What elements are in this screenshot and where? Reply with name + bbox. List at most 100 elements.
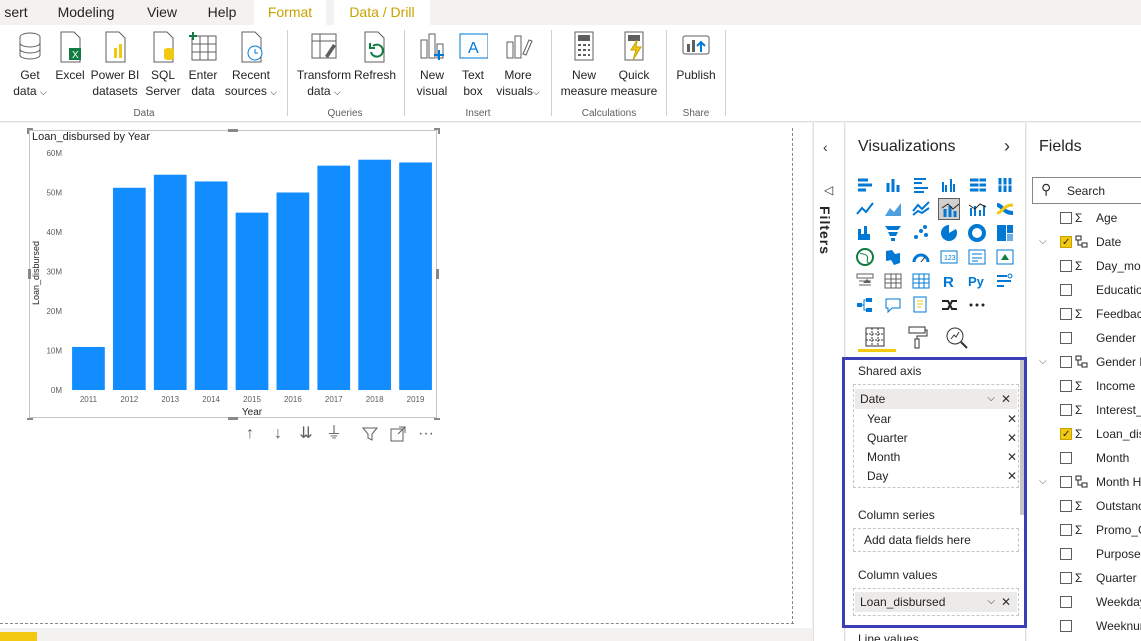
new-measure-button[interactable]: New measure <box>560 30 608 99</box>
filter-icon[interactable] <box>360 424 380 444</box>
text-box-button[interactable]: A Text box <box>455 30 491 99</box>
field-checkbox[interactable] <box>1060 548 1072 560</box>
remove-level-icon[interactable]: ✕ <box>1007 410 1017 428</box>
field-item[interactable]: Σ Day_mon <box>1027 254 1141 278</box>
field-checkbox[interactable] <box>1060 452 1072 464</box>
ribbon-chart-icon[interactable] <box>994 198 1016 220</box>
field-checkbox[interactable] <box>1060 524 1072 536</box>
field-checkbox[interactable] <box>1060 620 1072 632</box>
chevron-down-icon[interactable]: ⌵ <box>987 389 995 409</box>
field-item[interactable]: Σ Loan_dis <box>1027 422 1141 446</box>
new-visual-button[interactable]: New visual <box>414 30 450 99</box>
drill-up-icon[interactable]: ↑ <box>240 424 260 444</box>
recent-sources-button[interactable]: Recent sources ⌵ <box>224 30 278 100</box>
chevron-down-icon[interactable]: ⌵ <box>1039 350 1047 374</box>
line-and-column-chart-icon[interactable] <box>938 198 960 220</box>
expand-hierarchy-icon[interactable]: ⏚ <box>324 424 344 444</box>
line-chart-icon[interactable] <box>854 198 876 220</box>
remove-field-icon[interactable]: ✕ <box>1001 389 1011 409</box>
bar-2016[interactable] <box>276 192 310 391</box>
paginated-report-icon[interactable] <box>910 294 932 316</box>
resize-handle[interactable] <box>228 417 238 420</box>
python-visual-icon[interactable]: Py <box>966 270 988 292</box>
sql-server-button[interactable]: SQL Server <box>145 30 181 99</box>
field-checkbox[interactable] <box>1060 423 1072 446</box>
field-checkbox[interactable] <box>1060 284 1072 296</box>
bar-2019[interactable] <box>399 162 432 390</box>
chevron-right-icon[interactable]: › <box>1004 136 1010 157</box>
field-item[interactable]: Σ Promo_C <box>1027 518 1141 542</box>
map-icon[interactable] <box>854 246 876 268</box>
hierarchy-level-year[interactable]: Year ✕ <box>867 410 1017 428</box>
remove-level-icon[interactable]: ✕ <box>1007 448 1017 466</box>
bar-2013[interactable] <box>153 174 187 390</box>
field-item[interactable]: Gender <box>1027 326 1141 350</box>
funnel-chart-icon[interactable] <box>882 222 904 244</box>
key-influencers-icon[interactable] <box>994 270 1016 292</box>
scatter-chart-icon[interactable] <box>910 222 932 244</box>
power-automate-icon[interactable] <box>938 294 960 316</box>
100-stacked-bar-chart-icon[interactable] <box>966 174 988 196</box>
kpi-icon[interactable] <box>994 246 1016 268</box>
field-item[interactable]: ⌵ Month H <box>1027 470 1141 494</box>
excel-button[interactable]: X Excel <box>55 30 85 83</box>
remove-field-icon[interactable]: ✕ <box>1001 592 1011 612</box>
more-visuals-button[interactable]: More visuals⌵ <box>494 30 542 100</box>
bar-2011[interactable] <box>72 346 105 390</box>
resize-handle[interactable] <box>228 129 238 132</box>
field-item[interactable]: Purpose <box>1027 542 1141 566</box>
hierarchy-level-day[interactable]: Day ✕ <box>867 467 1017 485</box>
refresh-button[interactable]: Refresh <box>354 30 396 83</box>
shared-axis-field-pill[interactable]: Date ⌵ ✕ <box>855 389 1017 409</box>
filled-map-icon[interactable] <box>882 246 904 268</box>
card-icon[interactable]: 123 <box>938 246 960 268</box>
field-item[interactable]: Σ Income <box>1027 374 1141 398</box>
donut-chart-icon[interactable] <box>966 222 988 244</box>
field-checkbox[interactable] <box>1060 332 1072 344</box>
power-bi-datasets-button[interactable]: Power BI datasets <box>90 30 140 99</box>
filters-pane-collapsed[interactable]: ‹ ◁ <box>813 123 845 641</box>
field-item[interactable]: Weeknur <box>1027 614 1141 638</box>
transform-data-button[interactable]: Transform data ⌵ <box>296 30 352 100</box>
resize-handle[interactable] <box>28 269 31 279</box>
hierarchy-level-quarter[interactable]: Quarter ✕ <box>867 429 1017 447</box>
field-checkbox[interactable] <box>1060 231 1072 254</box>
fields-search-box[interactable]: ⚲ Search <box>1032 177 1141 204</box>
decomposition-tree-icon[interactable] <box>854 294 876 316</box>
field-checkbox[interactable] <box>1060 308 1072 320</box>
resize-handle[interactable] <box>27 418 33 420</box>
chevron-down-icon[interactable]: ⌵ <box>987 592 995 612</box>
tab-help[interactable]: Help <box>198 0 246 28</box>
chevron-down-icon[interactable]: ⌵ <box>1039 230 1047 254</box>
tab-format[interactable]: Format <box>254 0 326 28</box>
area-chart-icon[interactable] <box>882 198 904 220</box>
field-item[interactable]: ⌵ Date <box>1027 230 1141 254</box>
filters-pane-label[interactable]: Filters <box>817 206 833 255</box>
get-data-button[interactable]: Get data ⌵ <box>10 30 50 100</box>
bar-2014[interactable] <box>194 181 228 390</box>
tab-insert[interactable]: sert <box>0 0 36 28</box>
stacked-bar-chart-icon[interactable] <box>854 174 876 196</box>
analytics-magnifier-icon[interactable] <box>943 324 973 354</box>
field-checkbox[interactable] <box>1060 212 1072 224</box>
remove-level-icon[interactable]: ✕ <box>1007 429 1017 447</box>
pie-chart-icon[interactable] <box>938 222 960 244</box>
tab-modeling[interactable]: Modeling <box>50 0 122 28</box>
stacked-area-chart-icon[interactable] <box>910 198 932 220</box>
table-icon[interactable] <box>882 270 904 292</box>
field-item[interactable]: Weekday <box>1027 590 1141 614</box>
drill-down-icon[interactable]: ↓ <box>268 424 288 444</box>
enter-data-button[interactable]: Enter data <box>185 30 221 99</box>
field-checkbox[interactable] <box>1060 260 1072 272</box>
chevron-left-icon[interactable]: ‹ <box>823 139 828 155</box>
field-item[interactable]: ⌵ Gender H <box>1027 350 1141 374</box>
field-item[interactable]: Σ Interest_ <box>1027 398 1141 422</box>
publish-button[interactable]: Publish <box>674 30 718 83</box>
multi-row-card-icon[interactable] <box>966 246 988 268</box>
bar-2012[interactable] <box>112 187 146 390</box>
column-series-well[interactable]: Add data fields here <box>853 528 1019 552</box>
line-and-clustered-column-chart-icon[interactable] <box>966 198 988 220</box>
field-item[interactable]: Month <box>1027 446 1141 470</box>
waterfall-chart-icon[interactable] <box>854 222 876 244</box>
resize-handle[interactable] <box>438 128 440 134</box>
